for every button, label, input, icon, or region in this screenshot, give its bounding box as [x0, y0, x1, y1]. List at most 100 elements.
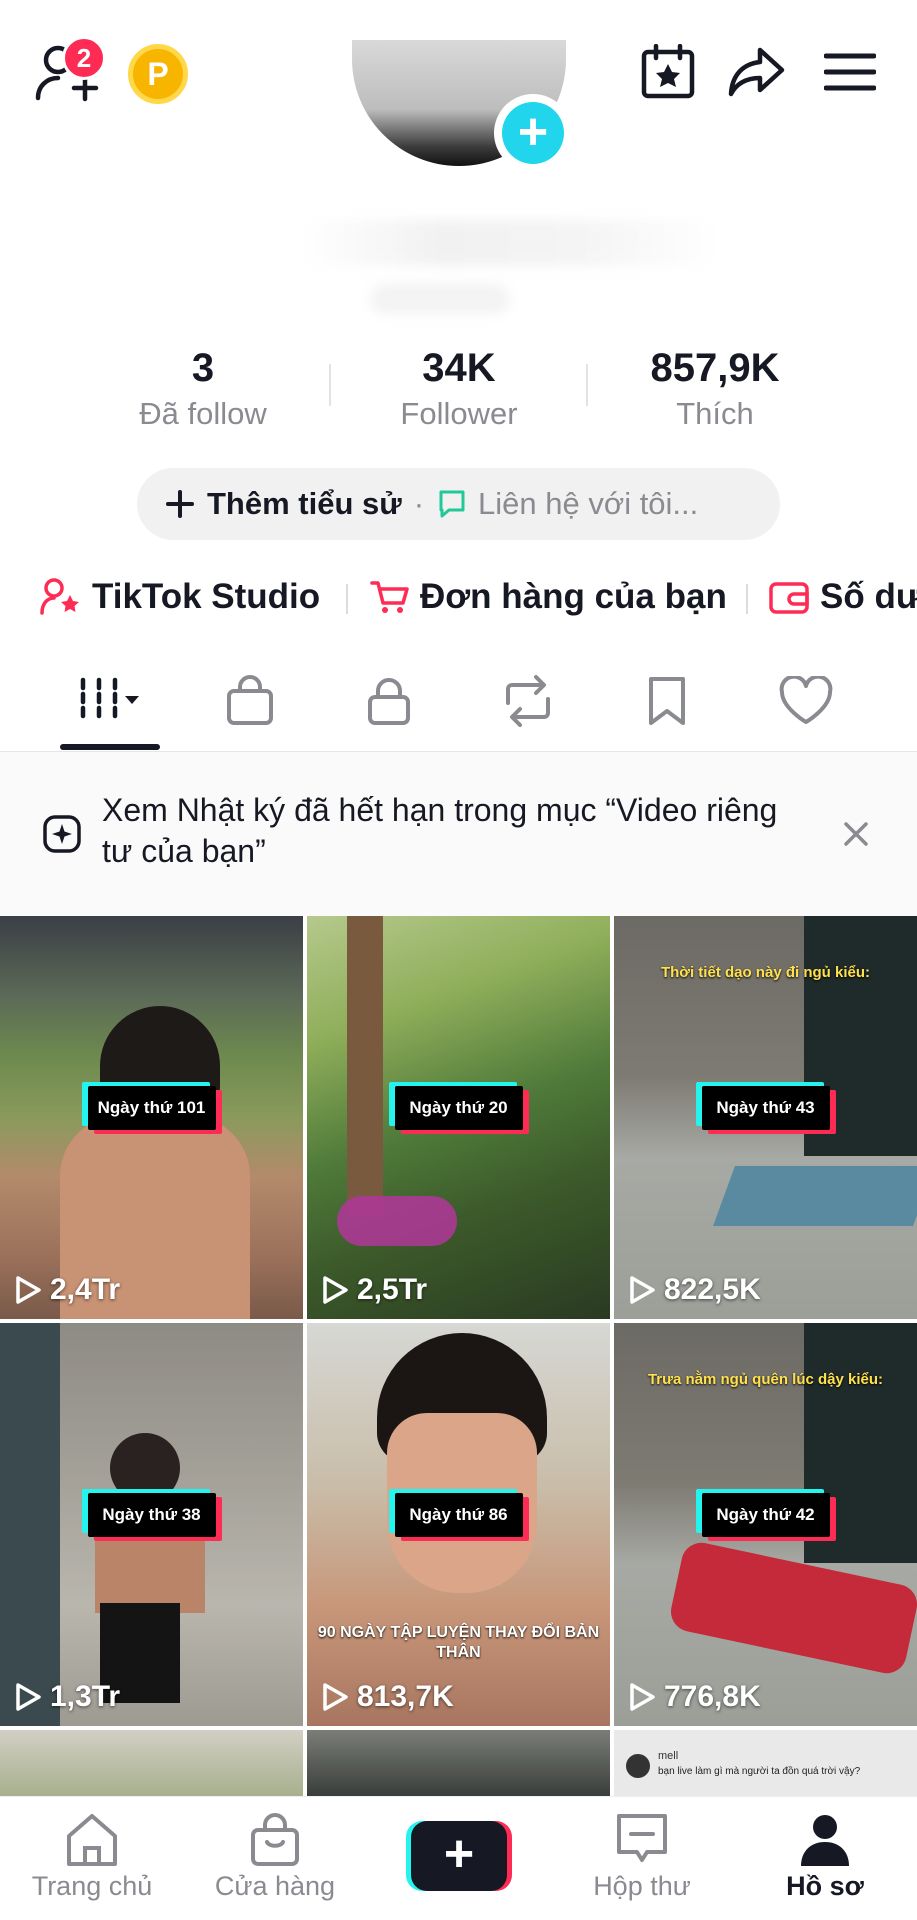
view-count: 776,8K — [628, 1680, 761, 1714]
cart-icon — [370, 581, 409, 613]
nav-label: Hộp thư — [593, 1871, 691, 1901]
divider — [346, 584, 348, 614]
comment-user: mell — [658, 1750, 679, 1762]
video-caption: Ngày thứ 20 — [394, 1086, 523, 1130]
shortcut-label: Số dư — [820, 577, 917, 616]
add-avatar-button[interactable]: + — [494, 94, 572, 172]
view-count-label: 813,7K — [357, 1680, 454, 1713]
tiktok-studio-button[interactable]: TikTok Studio — [40, 570, 320, 624]
banner-text: Xem Nhật ký đã hết hạn trong mục “Video … — [102, 792, 778, 869]
play-icon — [323, 1276, 348, 1304]
divider — [746, 584, 748, 614]
close-icon[interactable] — [842, 820, 870, 853]
wallet-icon — [769, 582, 809, 614]
thumbnail-shape — [713, 1166, 917, 1226]
avatar — [626, 1754, 650, 1778]
view-count: 813,7K — [321, 1680, 454, 1714]
stat-label: Follower — [400, 396, 518, 431]
plus-icon: + — [411, 1821, 507, 1891]
chat-bubble-icon — [439, 490, 465, 518]
shopping-bag-icon — [227, 675, 273, 725]
tab-shop[interactable] — [200, 668, 300, 734]
menu-icon[interactable] — [823, 52, 877, 97]
tab-reposts[interactable] — [478, 668, 578, 734]
lock-icon — [368, 678, 410, 725]
video-thumbnail[interactable] — [0, 1730, 303, 1796]
nav-label: Hồ sơ — [786, 1871, 864, 1901]
orders-button[interactable]: Đơn hàng của bạn — [370, 570, 727, 624]
bottom-nav: Trang chủ Cửa hàng + Hộp thư Hồ sơ — [0, 1796, 917, 1920]
share-icon[interactable] — [728, 46, 786, 103]
stat-value: 3 — [191, 346, 215, 390]
divider — [586, 364, 588, 406]
video-thumbnail[interactable]: Ngày thứ 101 2,4Tr — [0, 916, 303, 1319]
thumbnail-shape — [347, 916, 383, 1216]
shopping-bag-icon — [251, 1813, 299, 1866]
video-sub-text: 90 NGÀY TẬP LUYỆN THAY ĐỔI BẢN THÂN — [317, 1624, 600, 1661]
video-thumbnail[interactable]: Thời tiết dạo này đi ngủ kiểu: Ngày thứ … — [614, 916, 917, 1319]
view-count-label: 2,5Tr — [357, 1273, 428, 1306]
video-thumbnail[interactable]: Trưa nằm ngủ quên lúc dậy kiểu: Ngày thứ… — [614, 1323, 917, 1726]
video-caption: Ngày thứ 38 — [87, 1493, 216, 1537]
nav-profile[interactable]: Hồ sơ — [745, 1809, 905, 1902]
thumbnail-shape — [0, 1323, 60, 1726]
stat-followers[interactable]: 34K Follower — [359, 344, 559, 434]
stat-following[interactable]: 3 Đã follow — [103, 344, 303, 434]
view-count: 2,4Tr — [14, 1273, 120, 1307]
play-icon — [16, 1276, 41, 1304]
video-caption: Ngày thứ 42 — [701, 1493, 830, 1537]
stat-value: 34K — [422, 346, 496, 390]
coin-icon[interactable]: P — [128, 44, 188, 104]
divider — [329, 364, 331, 406]
profile-header: 2 P + — [0, 0, 917, 314]
username-blurred — [300, 220, 720, 266]
contact-button[interactable]: Liên hệ với tôi... — [436, 486, 698, 522]
stat-likes[interactable]: 857,9K Thích — [615, 344, 815, 434]
stat-label: Đã follow — [139, 396, 267, 431]
create-button[interactable]: + — [406, 1821, 512, 1891]
view-count-label: 776,8K — [664, 1680, 761, 1713]
add-bio-label: Thêm tiểu sử — [207, 486, 402, 521]
grid-icon — [80, 677, 139, 725]
add-bio-button[interactable]: Thêm tiểu sử — [165, 486, 402, 522]
video-thumbnail[interactable] — [307, 1730, 610, 1796]
separator-dot: · — [413, 486, 425, 521]
shortcut-label: Đơn hàng của bạn — [420, 577, 727, 616]
video-thumbnail[interactable]: Ngày thứ 38 1,3Tr — [0, 1323, 303, 1726]
nav-home[interactable]: Trang chủ — [12, 1809, 172, 1902]
view-count-label: 822,5K — [664, 1273, 761, 1306]
tab-videos[interactable] — [60, 668, 160, 734]
active-tab-indicator — [60, 744, 160, 750]
notification-badge: 2 — [62, 36, 106, 80]
play-icon — [630, 1276, 655, 1304]
view-count: 822,5K — [628, 1273, 761, 1307]
play-icon — [16, 1683, 41, 1711]
repost-icon — [506, 675, 550, 727]
video-thumbnail[interactable]: mell bạn live làm gì mà người ta đồn quá… — [614, 1730, 917, 1796]
view-count-label: 2,4Tr — [50, 1273, 121, 1306]
nav-shop[interactable]: Cửa hàng — [195, 1809, 355, 1902]
shortcut-label: TikTok Studio — [92, 577, 321, 616]
comment-text: bạn live làm gì mà người ta đồn quá trời… — [658, 1766, 861, 1777]
bio-pill: Thêm tiểu sử · Liên hệ với tôi... — [137, 468, 780, 540]
calendar-star-icon[interactable] — [640, 43, 696, 105]
inbox-icon — [617, 1814, 667, 1862]
stat-label: Thích — [676, 396, 754, 431]
video-top-text: Thời tiết dạo này đi ngủ kiểu: — [660, 964, 870, 981]
video-thumbnail[interactable]: Ngày thứ 86 90 NGÀY TẬP LUYỆN THAY ĐỔI B… — [307, 1323, 610, 1726]
handle-blurred — [370, 284, 510, 314]
view-count-label: 1,3Tr — [50, 1680, 121, 1713]
video-grid: Ngày thứ 101 2,4Tr Ngày thứ 20 2,5Tr Thờ… — [0, 916, 917, 1796]
tab-private[interactable] — [339, 668, 439, 734]
sparkle-icon — [42, 814, 82, 859]
tab-favorites[interactable] — [617, 668, 717, 734]
balance-button[interactable]: Số dư — [768, 570, 917, 624]
video-thumbnail[interactable]: Ngày thứ 20 2,5Tr — [307, 916, 610, 1319]
stat-value: 857,9K — [650, 346, 780, 390]
plus-icon: + — [502, 102, 564, 164]
nav-inbox[interactable]: Hộp thư — [562, 1809, 722, 1902]
nav-label: Trang chủ — [31, 1871, 153, 1901]
tab-liked[interactable] — [756, 668, 856, 734]
home-icon — [67, 1814, 117, 1866]
view-count: 2,5Tr — [321, 1273, 427, 1307]
